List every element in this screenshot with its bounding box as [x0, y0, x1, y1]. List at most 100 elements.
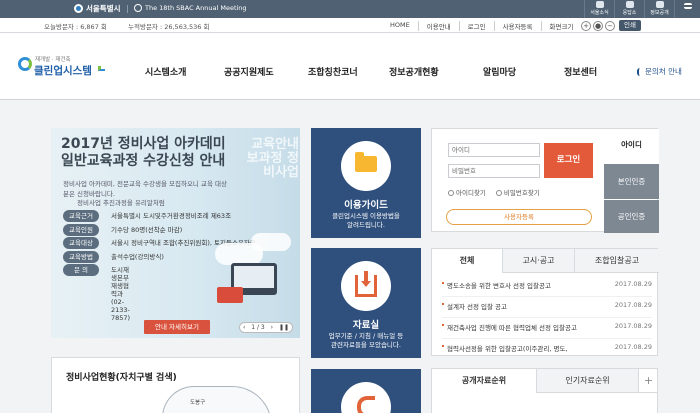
banner-desc-line: 분은 신청바랍니다.: [63, 189, 115, 198]
list-item[interactable]: 설계자 선정 입찰 공고 2017.08.29: [442, 297, 652, 318]
banner-row-value: 서울특별시 도시및주거환경정비조례 제63조: [111, 212, 232, 220]
list-item[interactable]: 명도소송을 위한 변호사 선정 입찰공고 2017.08.29: [442, 276, 652, 297]
banner-desc-line: 정비사업 추진과정을 유리알처럼: [77, 199, 165, 207]
divider: [127, 5, 128, 13]
util-link-guide[interactable]: 이용안내: [417, 21, 459, 31]
nav-info-center[interactable]: 정보센터: [564, 65, 597, 78]
banner-next-button[interactable]: ›: [271, 324, 273, 331]
util-link-login[interactable]: 로그인: [458, 21, 494, 31]
id-input[interactable]: 아이디: [448, 143, 540, 157]
menu-button[interactable]: [674, 0, 700, 18]
quick-link-info-open[interactable]: 정보공개: [644, 0, 674, 18]
archive-card[interactable]: 자료실 업무기준 / 지침 / 매뉴얼 등 관련자료들을 모았습니다.: [311, 248, 421, 358]
radio-icon: [448, 190, 454, 196]
district-dobong[interactable]: 도봉구: [190, 398, 205, 406]
nav-system-intro[interactable]: 시스템소개: [145, 65, 186, 78]
banner-row-tag: 교육인원: [63, 223, 99, 236]
tab-bid-notice[interactable]: 조합입찰공고: [574, 249, 659, 273]
list-item[interactable]: 협력사선정을 위한 입찰공고(이주관리, 명도, 2017.08.29: [442, 339, 652, 360]
tab-public-ranking[interactable]: 공개자료순위: [432, 369, 536, 393]
banner-desc-line: 정비사업 아카데미, 전문교육 수강생을 모집하오니 교육 대상: [63, 180, 227, 188]
banner-title: 2017년 정비사업 아카데미 일반교육과정 수강신청 안내: [61, 136, 226, 170]
tab-self-auth[interactable]: 본인인증: [604, 164, 659, 199]
print-button[interactable]: 인쇄: [619, 20, 641, 31]
login-panel: 아이디 비밀번호 로그인 아이디찾기 비밀번호찾기 사용자등록 아이디 본인인증…: [431, 128, 659, 233]
login-button[interactable]: 로그인: [544, 143, 593, 178]
card-desc: 클린업시스템 이용방법을 알려드립니다.: [332, 212, 400, 229]
notice-date: 2017.08.29: [614, 343, 652, 351]
logo-check-icon: [98, 66, 105, 71]
tab-all[interactable]: 전체: [432, 249, 502, 273]
nav-notice[interactable]: 알림마당: [483, 65, 516, 78]
notice-panel: 전체 고시·공고 조합입찰공고 명도소송을 위한 변호사 선정 입찰공고 201…: [431, 248, 659, 356]
login-find-links: 아이디찾기 비밀번호찾기: [448, 187, 540, 197]
menu-icon: [683, 3, 692, 9]
info-icon: [655, 1, 664, 8]
academy-banner[interactable]: 교육안내 보과정 정비사업 2017년 정비사업 아카데미 일반교육과정 수강신…: [51, 128, 300, 338]
notice-date: 2017.08.29: [614, 301, 652, 309]
nav-praise-corner[interactable]: 조합칭찬코너: [308, 65, 358, 78]
event-link[interactable]: The 18th SBAC Annual Meeting: [134, 4, 247, 12]
tab-id-login[interactable]: 아이디: [604, 129, 659, 164]
util-link-home[interactable]: HOME: [384, 21, 418, 31]
card-icon-circle: [341, 141, 391, 191]
banner-illustration: [211, 233, 295, 321]
list-item[interactable]: 재건축사업 진행에 따른 협력업체 선정 입찰공고 2017.08.29: [442, 318, 652, 339]
card-icon-circle: [341, 261, 391, 311]
seoul-map[interactable]: [162, 386, 272, 413]
banner-title-line1: 2017년 정비사업 아카데미: [61, 136, 226, 152]
find-id-option[interactable]: 아이디찾기: [448, 187, 486, 197]
radio-icon: [495, 190, 502, 196]
bullet-icon: [442, 345, 444, 347]
banner-page-indicator: 1 / 3: [251, 324, 265, 331]
seoul-logo-text: 서울특별시: [86, 4, 121, 13]
register-button[interactable]: 사용자등록: [446, 209, 592, 225]
quick-link-label: 서울소식: [590, 10, 609, 16]
quick-link-label: 정보공개: [650, 10, 669, 16]
utility-bar: 오늘방문자 : 6,867 회 누적방문자 : 26,563,536 회 HOM…: [0, 18, 700, 33]
contact-card[interactable]: [311, 369, 421, 413]
banner-prev-button[interactable]: ‹: [243, 324, 245, 331]
nav-info-status[interactable]: 정보공개현황: [389, 65, 439, 78]
banner-row-tag: 문 의: [63, 264, 99, 276]
notice-list: 명도소송을 위한 변호사 선정 입찰공고 2017.08.29 설계자 선정 입…: [442, 276, 652, 360]
tab-announcement[interactable]: 고시·공고: [502, 249, 574, 273]
bullet-icon: [442, 282, 444, 284]
banner-row-value: 기수당 80명(선착순 마감): [111, 225, 183, 234]
password-input[interactable]: 비밀번호: [448, 164, 540, 178]
zoom-out-button[interactable]: −: [605, 20, 615, 31]
seoul-logo[interactable]: 서울특별시: [74, 3, 121, 14]
zoom-in-button[interactable]: +: [581, 20, 591, 31]
find-password-label: 비밀번호찾기: [503, 189, 540, 197]
quick-link-response[interactable]: 응답소: [614, 0, 644, 18]
card-title: 이용가이드: [344, 200, 388, 211]
notice-date: 2017.08.29: [614, 280, 652, 288]
folder-icon: [355, 152, 377, 172]
response-icon: [625, 1, 634, 8]
top-bar: 서울특별시 The 18th SBAC Annual Meeting 서울소식 …: [0, 0, 700, 18]
tab-cert-auth[interactable]: 공인인증: [604, 200, 659, 233]
notice-title: 명도소송을 위한 변호사 선정 입찰공고: [447, 282, 551, 290]
contact-label: 문의처 안내: [645, 67, 682, 76]
logo-title: 클린업시스템: [34, 65, 92, 77]
banner-pause-button[interactable]: ❚❚: [279, 324, 289, 331]
quick-link-label: 응답소: [622, 10, 637, 16]
card-title: 자료실: [352, 320, 380, 331]
zoom-controls: + ● − 인쇄: [581, 20, 641, 31]
quick-link-seoul-news[interactable]: 서울소식: [584, 0, 614, 18]
banner-detail-button[interactable]: 안내 자세히보기: [144, 320, 210, 334]
more-button[interactable]: +: [638, 369, 658, 393]
contact-link[interactable]: 문의처 안내: [637, 66, 682, 77]
cleanup-logo[interactable]: 재개발 · 재건축 클린업시스템: [18, 55, 105, 79]
usage-guide-card[interactable]: 이용가이드 클린업시스템 이용방법을 알려드립니다.: [311, 128, 421, 238]
zoom-reset-button[interactable]: ●: [593, 20, 603, 31]
tab-popular-ranking[interactable]: 인기자료순위: [536, 369, 638, 393]
find-password-option[interactable]: 비밀번호찾기: [495, 187, 540, 197]
nav-public-support[interactable]: 공공지원제도: [224, 65, 274, 78]
banner-title-line2: 일반교육과정 수강신청 안내: [61, 153, 226, 169]
util-link-register[interactable]: 사용자등록: [493, 21, 541, 31]
card-desc: 업무기준 / 지침 / 매뉴얼 등 관련자료들을 모았습니다.: [328, 332, 404, 349]
map-panel-title: 정비사업현황(자치구별 검색): [66, 373, 177, 383]
banner-description: 정비사업 아카데미, 전문교육 수강생을 모집하오니 교육 대상 분은 신청바랍…: [63, 180, 283, 209]
banner-ghost-text: 교육안내 보과정 정비사업: [246, 137, 299, 180]
